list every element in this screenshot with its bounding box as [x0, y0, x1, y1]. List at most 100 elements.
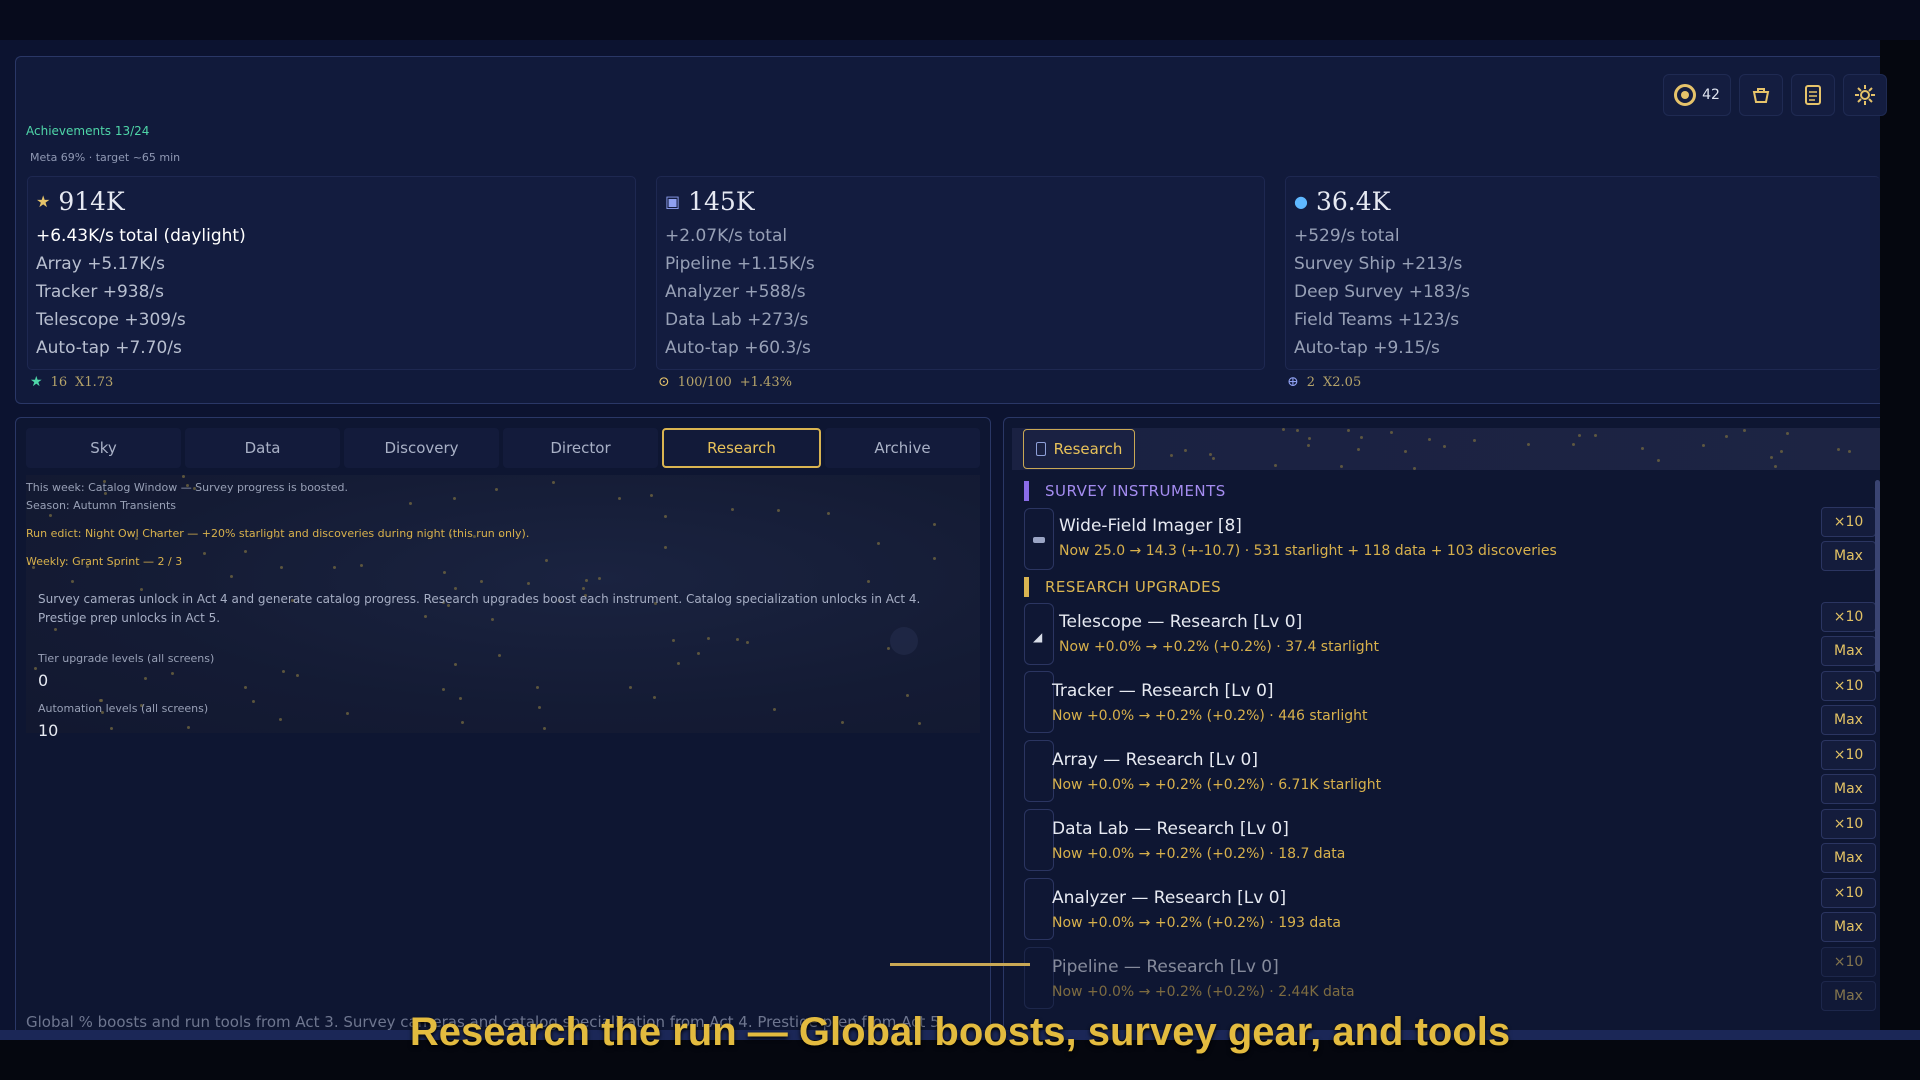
sky-star	[1184, 449, 1187, 452]
tab-sky[interactable]: Sky	[26, 428, 181, 468]
target-reticle-icon[interactable]	[890, 627, 918, 655]
sky-star	[1725, 435, 1728, 438]
video-caption: Research the run — Global boosts, survey…	[409, 1010, 1511, 1054]
sky-star	[252, 700, 255, 703]
sky-star	[543, 727, 546, 730]
upgrade-max-button[interactable]: Max	[1821, 843, 1876, 873]
sky-star	[1296, 429, 1299, 432]
journal-button[interactable]	[1791, 74, 1835, 116]
sky-star	[187, 726, 190, 729]
sky-star	[1770, 456, 1773, 459]
sky-star	[1413, 467, 1416, 470]
upgrade-max-button[interactable]: Max	[1821, 636, 1876, 666]
discovery-source: Auto-tap +9.15/s	[1294, 338, 1440, 358]
sky-star	[827, 512, 830, 515]
sky-star	[34, 667, 37, 670]
coins-button[interactable]: 42	[1663, 74, 1731, 116]
tab-archive[interactable]: Archive	[825, 428, 980, 468]
discovery-drop-icon: ●	[1294, 191, 1308, 211]
sky-star	[877, 542, 880, 545]
sky-star	[203, 552, 206, 555]
upgrade-max-button[interactable]: Max	[1821, 912, 1876, 942]
sky-star	[495, 488, 498, 491]
upgrade-x10-button[interactable]: ×10	[1821, 671, 1876, 701]
starlight-source: Array +5.17K/s	[36, 254, 166, 274]
instrument-icon-box	[1024, 508, 1054, 570]
achievements-label[interactable]: Achievements 13/24	[26, 124, 149, 138]
upgrade-max-button[interactable]: Max	[1821, 981, 1876, 1011]
sky-star	[1347, 429, 1350, 432]
upgrade-detail: Now +0.0% → +0.2% (+0.2%) · 37.4 starlig…	[1059, 639, 1379, 655]
upgrade-x10-button[interactable]: ×10	[1821, 809, 1876, 839]
sky-star	[71, 580, 74, 583]
sky-star	[1170, 454, 1173, 457]
telescope-icon: ◢	[1033, 630, 1043, 644]
sky-star	[918, 722, 921, 725]
shop-basket-icon	[1752, 88, 1770, 103]
weekly-goal-text: Weekly: Grant Sprint — 2 / 3	[26, 555, 183, 568]
sky-star	[677, 662, 680, 665]
data-source: Auto-tap +60.3/s	[665, 338, 811, 358]
sky-star	[1780, 450, 1783, 453]
sky-star	[49, 514, 52, 517]
sky-star	[1443, 445, 1446, 448]
sky-star	[244, 550, 247, 553]
upgrade-x10-button[interactable]: ×10	[1821, 947, 1876, 977]
upgrade-detail: Now +0.0% → +0.2% (+0.2%) · 6.71K starli…	[1052, 777, 1382, 793]
tier-levels-value: 0	[38, 671, 49, 690]
discovery-amount: 36.4K	[1315, 186, 1391, 216]
sky-star	[1743, 429, 1746, 432]
sky-star	[279, 718, 282, 721]
sky-star	[664, 546, 667, 549]
sky-star	[1390, 431, 1393, 434]
sky-star	[867, 580, 870, 583]
upgrade-max-button[interactable]: Max	[1821, 705, 1876, 735]
instrument-max-button[interactable]: Max	[1821, 541, 1876, 571]
research-scrollbar[interactable]	[1875, 480, 1880, 672]
upgrade-x10-button[interactable]: ×10	[1821, 602, 1876, 632]
sky-star	[841, 721, 844, 724]
sky-star	[672, 639, 675, 642]
sky-star	[933, 557, 936, 560]
starlight-footer: ★ 16 X1.73	[30, 374, 113, 390]
sky-star	[545, 559, 548, 562]
document-icon	[1035, 442, 1046, 456]
discovery-footer-count: 2	[1306, 374, 1316, 390]
starlight-footer-mult: X1.73	[75, 374, 114, 390]
shop-button[interactable]	[1739, 74, 1783, 116]
research-subtab-label: Research	[1053, 440, 1123, 458]
screen-tabs: Sky Data Discovery Director Research Arc…	[26, 428, 980, 468]
upgrade-x10-button[interactable]: ×10	[1821, 878, 1876, 908]
sky-star	[1848, 450, 1851, 453]
sky-star	[453, 497, 456, 500]
sky-star	[1308, 437, 1311, 440]
starlight-source: Tracker +938/s	[36, 282, 165, 302]
upgrade-title: Array — Research [Lv 0]	[1052, 750, 1258, 770]
upgrade-detail: Now +0.0% → +0.2% (+0.2%) · 446 starligh…	[1052, 708, 1368, 724]
sky-star	[1282, 428, 1285, 431]
settings-button[interactable]	[1843, 74, 1887, 116]
sky-star	[773, 708, 776, 711]
tab-data[interactable]: Data	[185, 428, 340, 468]
sky-star	[777, 509, 780, 512]
upgrade-x10-button[interactable]: ×10	[1821, 740, 1876, 770]
tab-director[interactable]: Director	[503, 428, 658, 468]
tab-discovery[interactable]: Discovery	[344, 428, 499, 468]
sky-star	[629, 686, 632, 689]
research-upgrades-heading: RESEARCH UPGRADES	[1024, 577, 1221, 597]
sky-star	[498, 654, 501, 657]
upgrade-title: Analyzer — Research [Lv 0]	[1052, 888, 1287, 908]
upgrade-max-button[interactable]: Max	[1821, 774, 1876, 804]
sky-star	[346, 712, 349, 715]
sky-star	[650, 494, 653, 497]
starlight-source: Telescope +309/s	[36, 310, 186, 330]
sky-star	[736, 638, 739, 641]
instrument-x10-button[interactable]: ×10	[1821, 507, 1876, 537]
upgrade-title: Pipeline — Research [Lv 0]	[1052, 957, 1279, 977]
sky-star	[443, 571, 446, 574]
sky-star	[296, 674, 299, 677]
tab-research[interactable]: Research	[662, 428, 821, 468]
research-subtab[interactable]: Research	[1023, 429, 1135, 469]
upgrade-icon-box	[1024, 947, 1054, 1009]
sky-star	[536, 686, 539, 689]
